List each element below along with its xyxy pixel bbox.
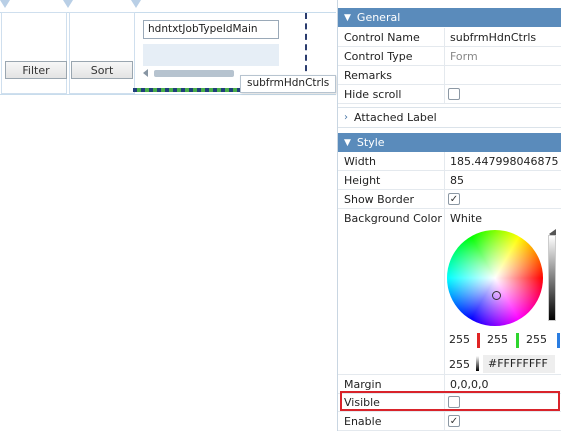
control-name-value[interactable]: subfrmHdnCtrls (450, 31, 536, 44)
show-border-checkbox[interactable]: ✓ (448, 193, 460, 205)
property-sheet: ▼ General Control Name subfrmHdnCtrls Co… (337, 0, 564, 431)
section-style-header[interactable]: ▼ Style (338, 133, 561, 152)
form-cell[interactable] (1, 12, 67, 94)
column-divider (444, 171, 445, 189)
green-bar (516, 333, 519, 348)
scroll-left-icon[interactable] (143, 69, 148, 77)
prop-label: Remarks (344, 69, 392, 82)
prop-row-control-name[interactable]: Control Name subfrmHdnCtrls (338, 28, 561, 47)
visible-row-highlight (340, 391, 560, 411)
subform-band (143, 44, 279, 66)
section-title: General (356, 11, 401, 24)
column-divider (444, 28, 445, 46)
column-divider (444, 66, 445, 84)
scroll-thumb[interactable] (154, 70, 234, 77)
hex-color-field[interactable]: #FFFFFFFF (483, 355, 555, 373)
blue-value[interactable]: 255 (526, 333, 547, 346)
form-cell[interactable] (69, 12, 135, 94)
column-divider (444, 190, 445, 208)
red-value[interactable]: 255 (449, 333, 470, 346)
width-value[interactable]: 185.447998046875 (450, 155, 558, 168)
prop-label: Control Type (344, 50, 413, 63)
prop-label: Background Color (344, 212, 442, 225)
prop-row-enable[interactable]: Enable ✓ (338, 412, 561, 431)
column-divider (444, 85, 445, 103)
column-marker-icon[interactable] (0, 0, 10, 8)
prop-row-show-border[interactable]: Show Border ✓ (338, 190, 561, 209)
prop-label: Control Name (344, 31, 420, 44)
prop-label: Height (344, 174, 381, 187)
green-value[interactable]: 255 (487, 333, 508, 346)
column-divider (444, 47, 445, 65)
prop-label: Enable (344, 415, 382, 428)
prop-row-control-type[interactable]: Control Type Form (338, 47, 561, 66)
prop-row-height[interactable]: Height 85 (338, 171, 561, 190)
margin-value[interactable]: 0,0,0,0 (450, 378, 488, 391)
sort-button[interactable]: Sort (71, 61, 133, 79)
prop-label: Width (344, 155, 376, 168)
color-picker[interactable]: 255 255 255 255 #FFFFFFFF (445, 210, 561, 375)
subform-name-tag: subfrmHdnCtrls (240, 75, 337, 93)
control-type-value: Form (450, 50, 478, 63)
hide-scroll-checkbox[interactable] (448, 88, 460, 100)
column-divider (444, 152, 445, 170)
prop-label: Show Border (344, 193, 415, 206)
alpha-value[interactable]: 255 (449, 358, 470, 371)
color-wheel[interactable] (447, 230, 543, 326)
hidden-textbox[interactable]: hdntxtJobTypeIdMain (143, 20, 279, 39)
filter-button[interactable]: Filter (5, 61, 67, 79)
column-marker-icon[interactable] (63, 0, 73, 8)
column-divider (444, 412, 445, 430)
prop-label: Margin (344, 378, 382, 391)
alpha-bar (476, 356, 479, 371)
column-marker-icon[interactable] (131, 0, 141, 8)
chevron-right-icon: › (344, 112, 348, 123)
red-bar (477, 333, 480, 348)
height-value[interactable]: 85 (450, 174, 464, 187)
prop-row-width[interactable]: Width 185.447998046875 (338, 152, 561, 171)
design-canvas: Filter Sort hdntxtJobTypeIdMain subfrmHd… (0, 0, 337, 431)
section-title: Attached Label (354, 111, 437, 124)
color-selector-handle[interactable] (492, 291, 501, 300)
section-title: Style (356, 136, 385, 149)
section-general-header[interactable]: ▼ General (338, 8, 561, 27)
enable-checkbox[interactable]: ✓ (448, 415, 460, 427)
prop-row-remarks[interactable]: Remarks (338, 66, 561, 85)
brightness-slider[interactable] (548, 235, 556, 321)
grid-guide (0, 94, 336, 95)
chevron-down-icon: ▼ (344, 12, 351, 23)
chevron-down-icon: ▼ (344, 137, 351, 148)
section-attached-label-header[interactable]: › Attached Label (338, 107, 561, 128)
prop-label: Hide scroll (344, 88, 402, 101)
blue-bar (557, 333, 560, 348)
prop-row-hide-scroll[interactable]: Hide scroll (338, 85, 561, 104)
